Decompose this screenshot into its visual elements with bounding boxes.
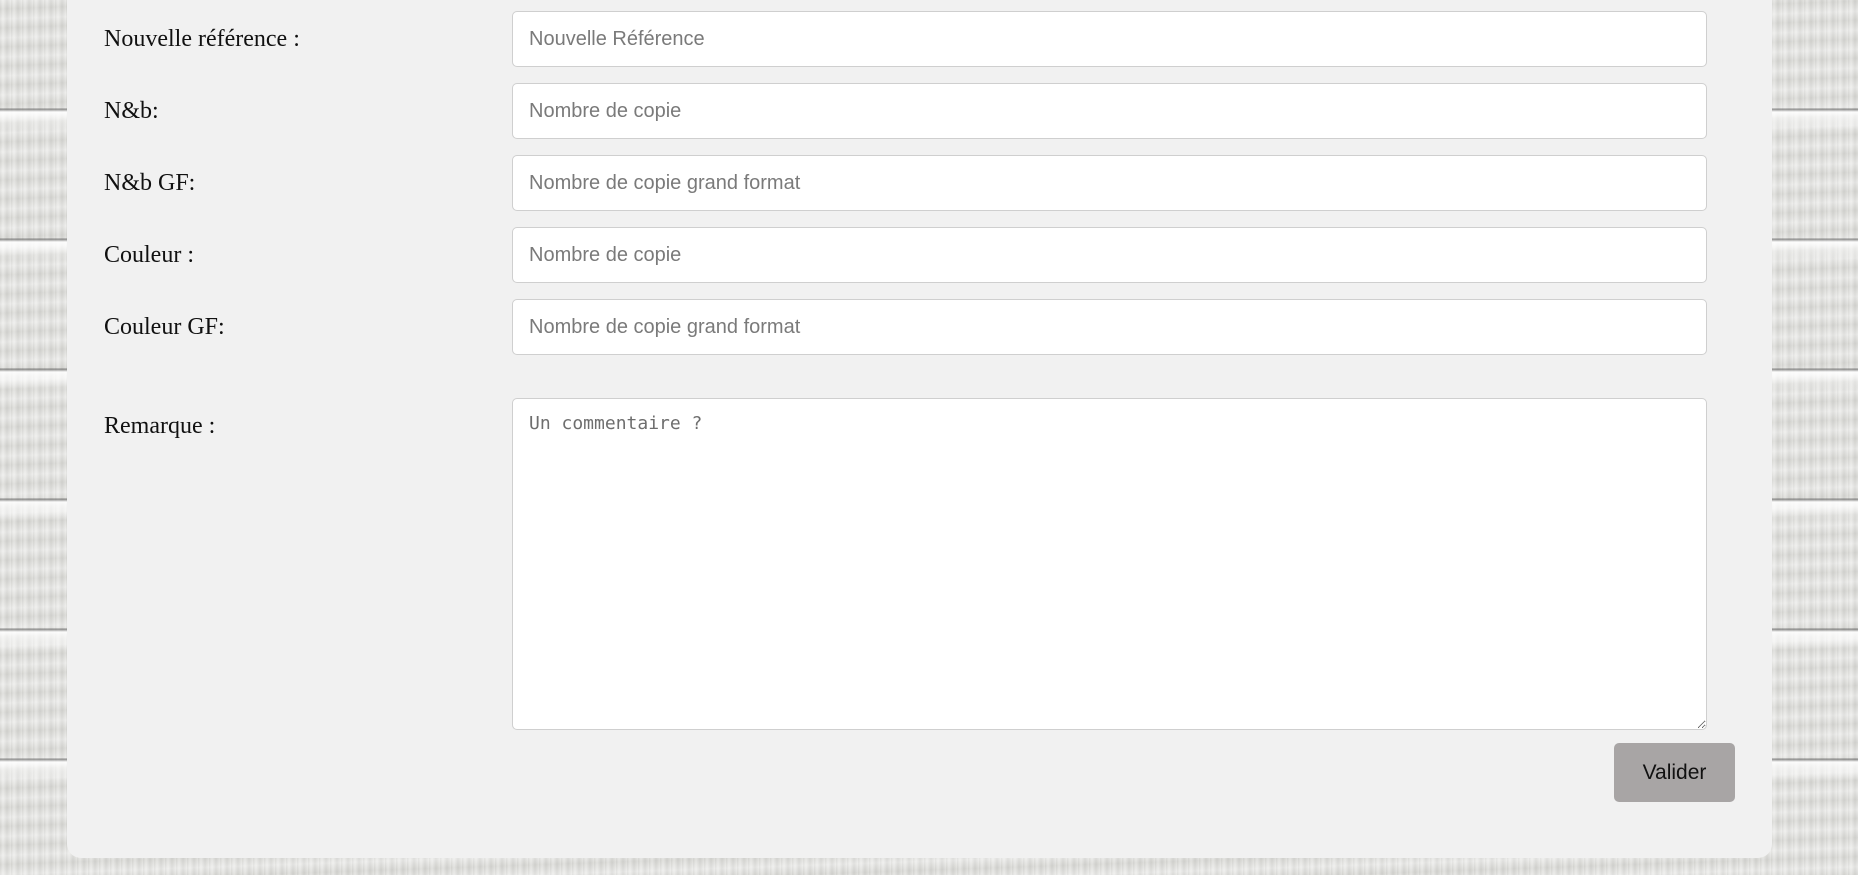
bw-large-format-label: N&b GF: <box>104 170 196 196</box>
new-reference-label: Nouvelle référence : <box>104 26 300 52</box>
new-reference-input[interactable] <box>512 11 1707 67</box>
color-large-format-label: Couleur GF: <box>104 314 225 340</box>
submit-button[interactable]: Valider <box>1614 743 1735 802</box>
color-copies-input[interactable] <box>512 227 1707 283</box>
bw-copies-input[interactable] <box>512 83 1707 139</box>
color-copies-label: Couleur : <box>104 242 194 268</box>
remark-textarea[interactable] <box>512 398 1707 730</box>
form-panel: Nouvelle référence : N&b: N&b GF: Couleu… <box>67 0 1772 858</box>
bw-large-format-input[interactable] <box>512 155 1707 211</box>
color-large-format-input[interactable] <box>512 299 1707 355</box>
remark-label: Remarque : <box>104 413 216 439</box>
bw-copies-label: N&b: <box>104 98 159 124</box>
